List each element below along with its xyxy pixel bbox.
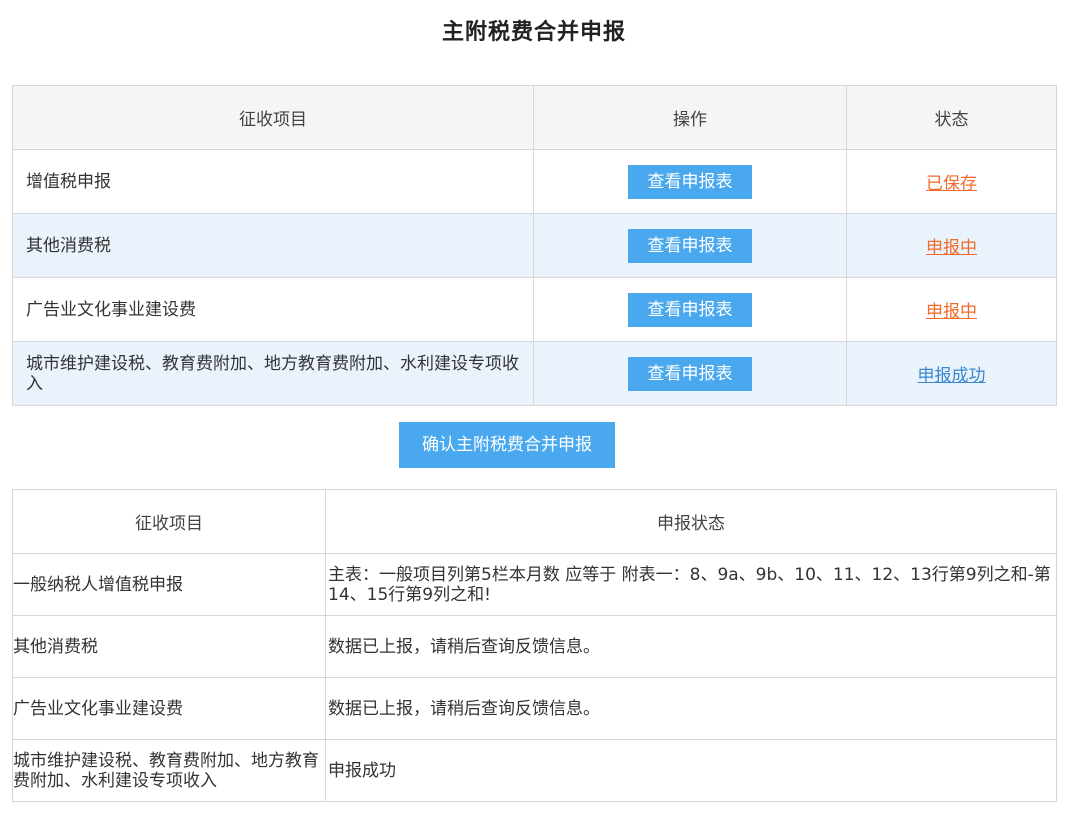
- table-row: 增值税申报 查看申报表 已保存: [12, 149, 1057, 214]
- confirm-combined-declaration-button[interactable]: 确认主附税费合并申报: [399, 422, 615, 468]
- table-row: 其他消费税 查看申报表 申报中: [12, 213, 1057, 278]
- row-item-label: 广告业文化事业建设费: [12, 677, 326, 740]
- row-item-label: 城市维护建设税、教育费附加、地方教育费附加、水利建设专项收入: [12, 739, 326, 802]
- status-link[interactable]: 申报中: [926, 302, 977, 322]
- table-row: 其他消费税 数据已上报，请稍后查询反馈信息。: [12, 615, 1057, 678]
- row-status-text: 申报成功: [325, 739, 1057, 802]
- header-item: 征收项目: [12, 489, 326, 554]
- header-operation: 操作: [533, 85, 847, 150]
- table-header-row: 征收项目 申报状态: [12, 489, 1057, 554]
- row-status-text: 数据已上报，请稍后查询反馈信息。: [325, 677, 1057, 740]
- table-row: 一般纳税人增值税申报 主表：一般项目列第5栏本月数 应等于 附表一：8、9a、9…: [12, 553, 1057, 616]
- row-item-label: 其他消费税: [12, 615, 326, 678]
- table-header-row: 征收项目 操作 状态: [12, 85, 1057, 150]
- table-row: 城市维护建设税、教育费附加、地方教育费附加、水利建设专项收入 查看申报表 申报成…: [12, 341, 1057, 406]
- table-row: 广告业文化事业建设费 查看申报表 申报中: [12, 277, 1057, 342]
- table-row: 城市维护建设税、教育费附加、地方教育费附加、水利建设专项收入 申报成功: [12, 739, 1057, 802]
- header-status: 状态: [846, 85, 1057, 150]
- view-declaration-button[interactable]: 查看申报表: [628, 228, 752, 263]
- view-declaration-button[interactable]: 查看申报表: [628, 292, 752, 327]
- status-link[interactable]: 申报成功: [918, 366, 986, 386]
- view-declaration-button[interactable]: 查看申报表: [628, 164, 752, 199]
- header-item: 征收项目: [12, 85, 534, 150]
- page-title: 主附税费合并申报: [441, 19, 626, 45]
- view-declaration-button[interactable]: 查看申报表: [628, 356, 752, 391]
- row-status-text: 主表：一般项目列第5栏本月数 应等于 附表一：8、9a、9b、10、11、12、…: [325, 553, 1057, 616]
- row-item-label: 增值税申报: [12, 149, 534, 214]
- row-item-label: 一般纳税人增值税申报: [12, 553, 326, 616]
- table-row: 广告业文化事业建设费 数据已上报，请稍后查询反馈信息。: [12, 677, 1057, 740]
- status-link[interactable]: 申报中: [926, 238, 977, 258]
- row-item-label: 广告业文化事业建设费: [12, 277, 534, 342]
- row-item-label: 其他消费税: [12, 213, 534, 278]
- row-status-text: 数据已上报，请稍后查询反馈信息。: [325, 615, 1057, 678]
- row-item-label: 城市维护建设税、教育费附加、地方教育费附加、水利建设专项收入: [12, 341, 534, 406]
- status-link[interactable]: 已保存: [926, 174, 977, 194]
- header-declaration-status: 申报状态: [325, 489, 1057, 554]
- declaration-table: 征收项目 操作 状态 增值税申报 查看申报表 已保存 其他消费税 查看申报表 申…: [12, 85, 1057, 406]
- declaration-result-table: 征收项目 申报状态 一般纳税人增值税申报 主表：一般项目列第5栏本月数 应等于 …: [12, 489, 1057, 802]
